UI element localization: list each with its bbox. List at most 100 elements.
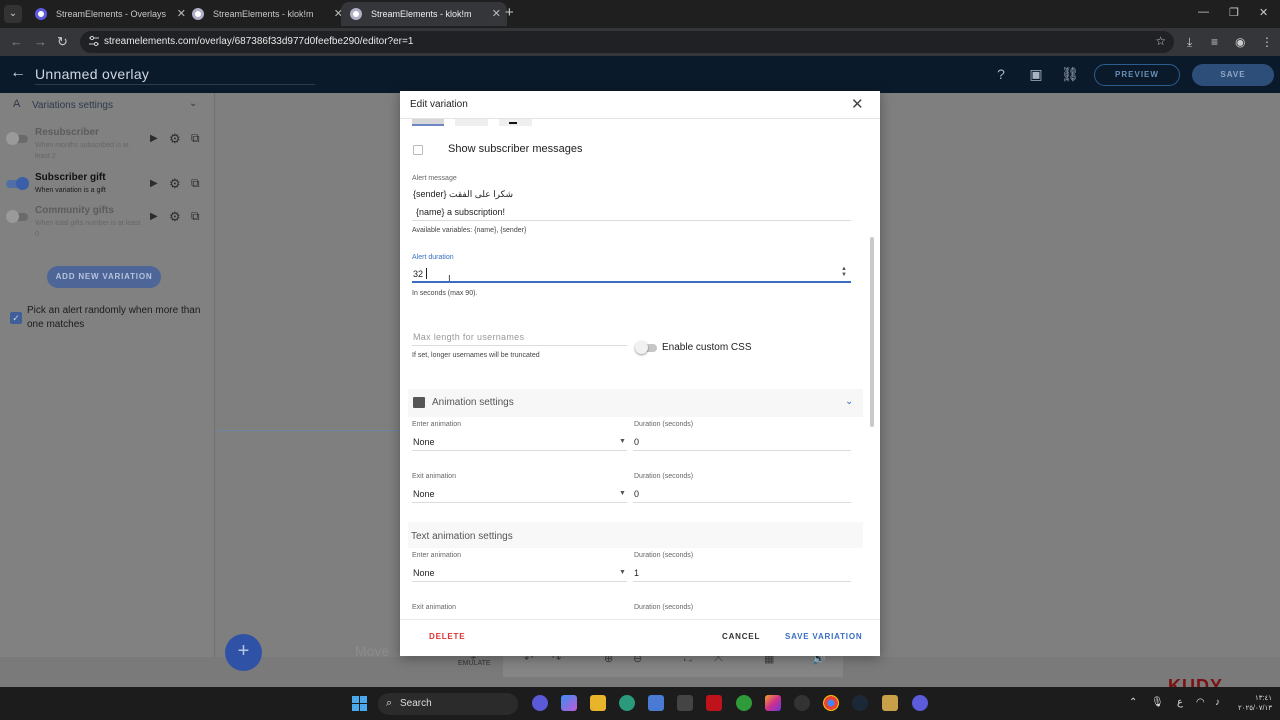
tab-text[interactable]	[499, 119, 532, 126]
taskbar-search[interactable]: ⌕ Search	[378, 693, 518, 715]
volume-tray-icon[interactable]: ♪	[1215, 697, 1220, 708]
alert-duration-input[interactable]: 32	[413, 269, 423, 279]
copy-icon[interactable]: ⧉	[191, 131, 200, 146]
tab-sound[interactable]	[455, 119, 488, 126]
close-tab-icon[interactable]: ✕	[492, 2, 501, 26]
variations-settings-header[interactable]: A Variations settings ⌄	[0, 93, 215, 117]
chevron-down-icon[interactable]: ⌄	[845, 396, 853, 407]
download-icon[interactable]: ⤓	[1187, 35, 1192, 50]
clock-date: ٢٠٢٥/٠٧/١٣	[1238, 705, 1272, 712]
add-new-variation-button[interactable]: ADD NEW VARIATION	[47, 266, 161, 288]
copy-icon[interactable]: ⧉	[191, 176, 200, 191]
exit-animation-underline	[412, 502, 627, 503]
back-icon[interactable]: ←	[10, 34, 23, 49]
dropdown-arrow-icon[interactable]: ▼	[619, 490, 626, 497]
text-enter-animation-select[interactable]: None	[413, 568, 435, 578]
play-icon[interactable]: ▶	[150, 133, 158, 144]
show-sub-messages-checkbox[interactable]	[413, 145, 423, 155]
help-icon[interactable]: ?	[992, 65, 1010, 83]
streamelements-app-icon[interactable]	[912, 695, 928, 711]
preview-button[interactable]: PREVIEW	[1094, 64, 1180, 86]
xbox-icon[interactable]	[736, 695, 752, 711]
gear-icon[interactable]: ⚙	[169, 131, 181, 147]
text-enter-duration-input[interactable]: 1	[634, 568, 639, 578]
variation-community-gifts[interactable]: Community gifts When total gifts number …	[0, 205, 215, 243]
alert-message-line1[interactable]: {sender} شكرا على الفقت	[413, 189, 513, 200]
gear-icon[interactable]: ⚙	[169, 176, 181, 192]
tab-search-icon[interactable]: ⌄	[4, 5, 22, 23]
browser-menu-icon[interactable]: ⋮	[1261, 35, 1273, 49]
alert-duration-label: Alert duration	[412, 254, 454, 261]
random-alert-checkbox[interactable]: ✓	[10, 312, 22, 324]
forward-icon[interactable]: →	[34, 34, 47, 49]
play-icon[interactable]: ▶	[150, 211, 158, 222]
windows-start-icon[interactable]	[352, 696, 367, 711]
browser-tab-overlays[interactable]: StreamElements - Overlays ✕	[26, 2, 192, 26]
discord-icon[interactable]	[532, 695, 548, 711]
store-icon[interactable]	[648, 695, 664, 711]
text-animation-section[interactable]: Text animation settings	[408, 522, 863, 548]
system-clock[interactable]: ١٣:٤١ ٢٠٢٥/٠٧/١٣	[1238, 694, 1272, 714]
instagram-icon[interactable]	[765, 695, 781, 711]
file-explorer-icon[interactable]	[590, 695, 606, 711]
enter-duration-input[interactable]: 0	[634, 437, 639, 447]
variation-toggle[interactable]	[6, 132, 28, 145]
browser-tab-klokm-1[interactable]: StreamElements - klok!m ✕	[183, 2, 349, 26]
maximize-icon[interactable]: ❐	[1229, 6, 1239, 19]
copilot-icon[interactable]	[561, 695, 577, 711]
edge-icon[interactable]	[619, 695, 635, 711]
max-username-length-input[interactable]: Max length for usernames	[413, 332, 524, 342]
app-folder-icon[interactable]	[882, 695, 898, 711]
delete-button[interactable]: DELETE	[429, 632, 465, 641]
dropdown-arrow-icon[interactable]: ▼	[619, 569, 626, 576]
microphone-icon[interactable]: 🎙	[1151, 697, 1164, 708]
emulate-button[interactable]: EMULATE	[458, 660, 491, 667]
custom-css-toggle[interactable]	[635, 341, 657, 354]
dropdown-arrow-icon[interactable]: ▼	[619, 438, 626, 445]
exit-duration-input[interactable]: 0	[634, 489, 639, 499]
play-icon[interactable]: ▶	[150, 178, 158, 189]
variation-toggle[interactable]	[6, 210, 28, 223]
copy-icon[interactable]: ⧉	[191, 209, 200, 224]
bookmark-star-icon[interactable]: ☆	[1155, 34, 1166, 48]
alert-message-line2[interactable]: {name} a subscription!	[416, 207, 505, 217]
site-info-icon[interactable]	[88, 35, 100, 47]
animation-settings-section[interactable]: Animation settings ⌄	[408, 389, 863, 417]
tray-overflow-icon[interactable]: ⌃	[1129, 697, 1137, 708]
link-icon[interactable]: ⛓	[1061, 65, 1079, 83]
reload-icon[interactable]: ↻	[57, 34, 68, 50]
wifi-icon[interactable]: ◠	[1196, 697, 1205, 708]
dialog-scrollbar[interactable]	[870, 237, 874, 427]
add-widget-fab[interactable]: +	[225, 634, 262, 671]
language-indicator[interactable]: ع	[1177, 697, 1183, 708]
close-icon[interactable]: ✕	[851, 95, 864, 113]
monitor-settings-icon[interactable]: ▣	[1027, 65, 1045, 83]
number-spinner-icon[interactable]: ▲ ▼	[841, 266, 847, 278]
enter-animation-select[interactable]: None	[413, 437, 435, 447]
exit-duration-label: Duration (seconds)	[634, 473, 694, 480]
profile-icon[interactable]: ◉	[1235, 35, 1245, 49]
minimize-icon[interactable]: —	[1198, 6, 1209, 18]
exit-animation-select[interactable]: None	[413, 489, 435, 499]
save-variation-button[interactable]: SAVE VARIATION	[785, 632, 862, 641]
netflix-icon[interactable]	[706, 695, 722, 711]
text-enter-underline	[412, 581, 627, 582]
app-cube-icon[interactable]	[677, 695, 693, 711]
chevron-down-icon[interactable]: ⌄	[189, 98, 197, 109]
back-arrow-icon[interactable]: ←	[10, 64, 26, 82]
steam-icon[interactable]	[852, 695, 868, 711]
url-field[interactable]: streamelements.com/overlay/687386f33d977…	[80, 31, 1174, 53]
reading-list-icon[interactable]: ≡	[1211, 35, 1218, 49]
tab-graphics[interactable]	[412, 119, 444, 126]
chrome-icon[interactable]	[823, 695, 839, 711]
capcut-icon[interactable]	[794, 695, 810, 711]
cancel-button[interactable]: CANCEL	[722, 632, 760, 641]
browser-tab-klokm-2[interactable]: StreamElements - klok!m ✕	[341, 2, 507, 26]
overlay-title[interactable]: Unnamed overlay	[35, 66, 149, 82]
save-button[interactable]: SAVE	[1192, 64, 1274, 86]
variation-toggle[interactable]	[6, 177, 29, 190]
new-tab-icon[interactable]: +	[505, 4, 514, 21]
variation-resubscriber[interactable]: Resubscriber When months subscribed is a…	[0, 127, 215, 165]
gear-icon[interactable]: ⚙	[169, 209, 181, 225]
close-window-icon[interactable]: ✕	[1259, 6, 1268, 19]
